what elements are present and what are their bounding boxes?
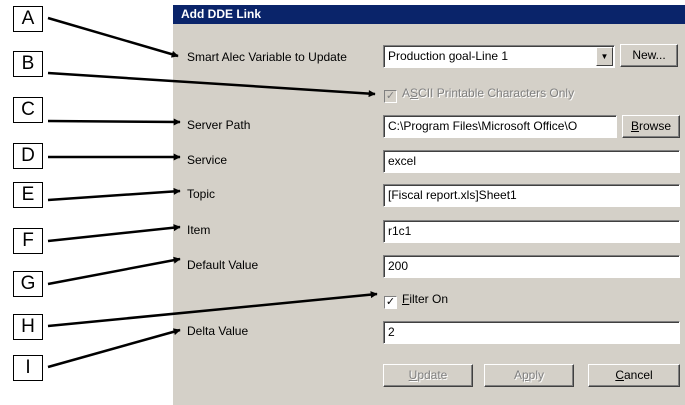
callout-arrow-i [47,328,181,369]
callout-arrows [47,16,378,369]
callout-arrow-f [47,224,181,243]
callout-arrow-e [47,187,181,202]
callout-arrow-g [47,256,181,286]
callout-arrow-c [47,118,181,126]
callout-arrow-a [47,16,179,58]
callout-arrow-h [47,291,378,328]
callout-arrow-b [47,71,376,98]
